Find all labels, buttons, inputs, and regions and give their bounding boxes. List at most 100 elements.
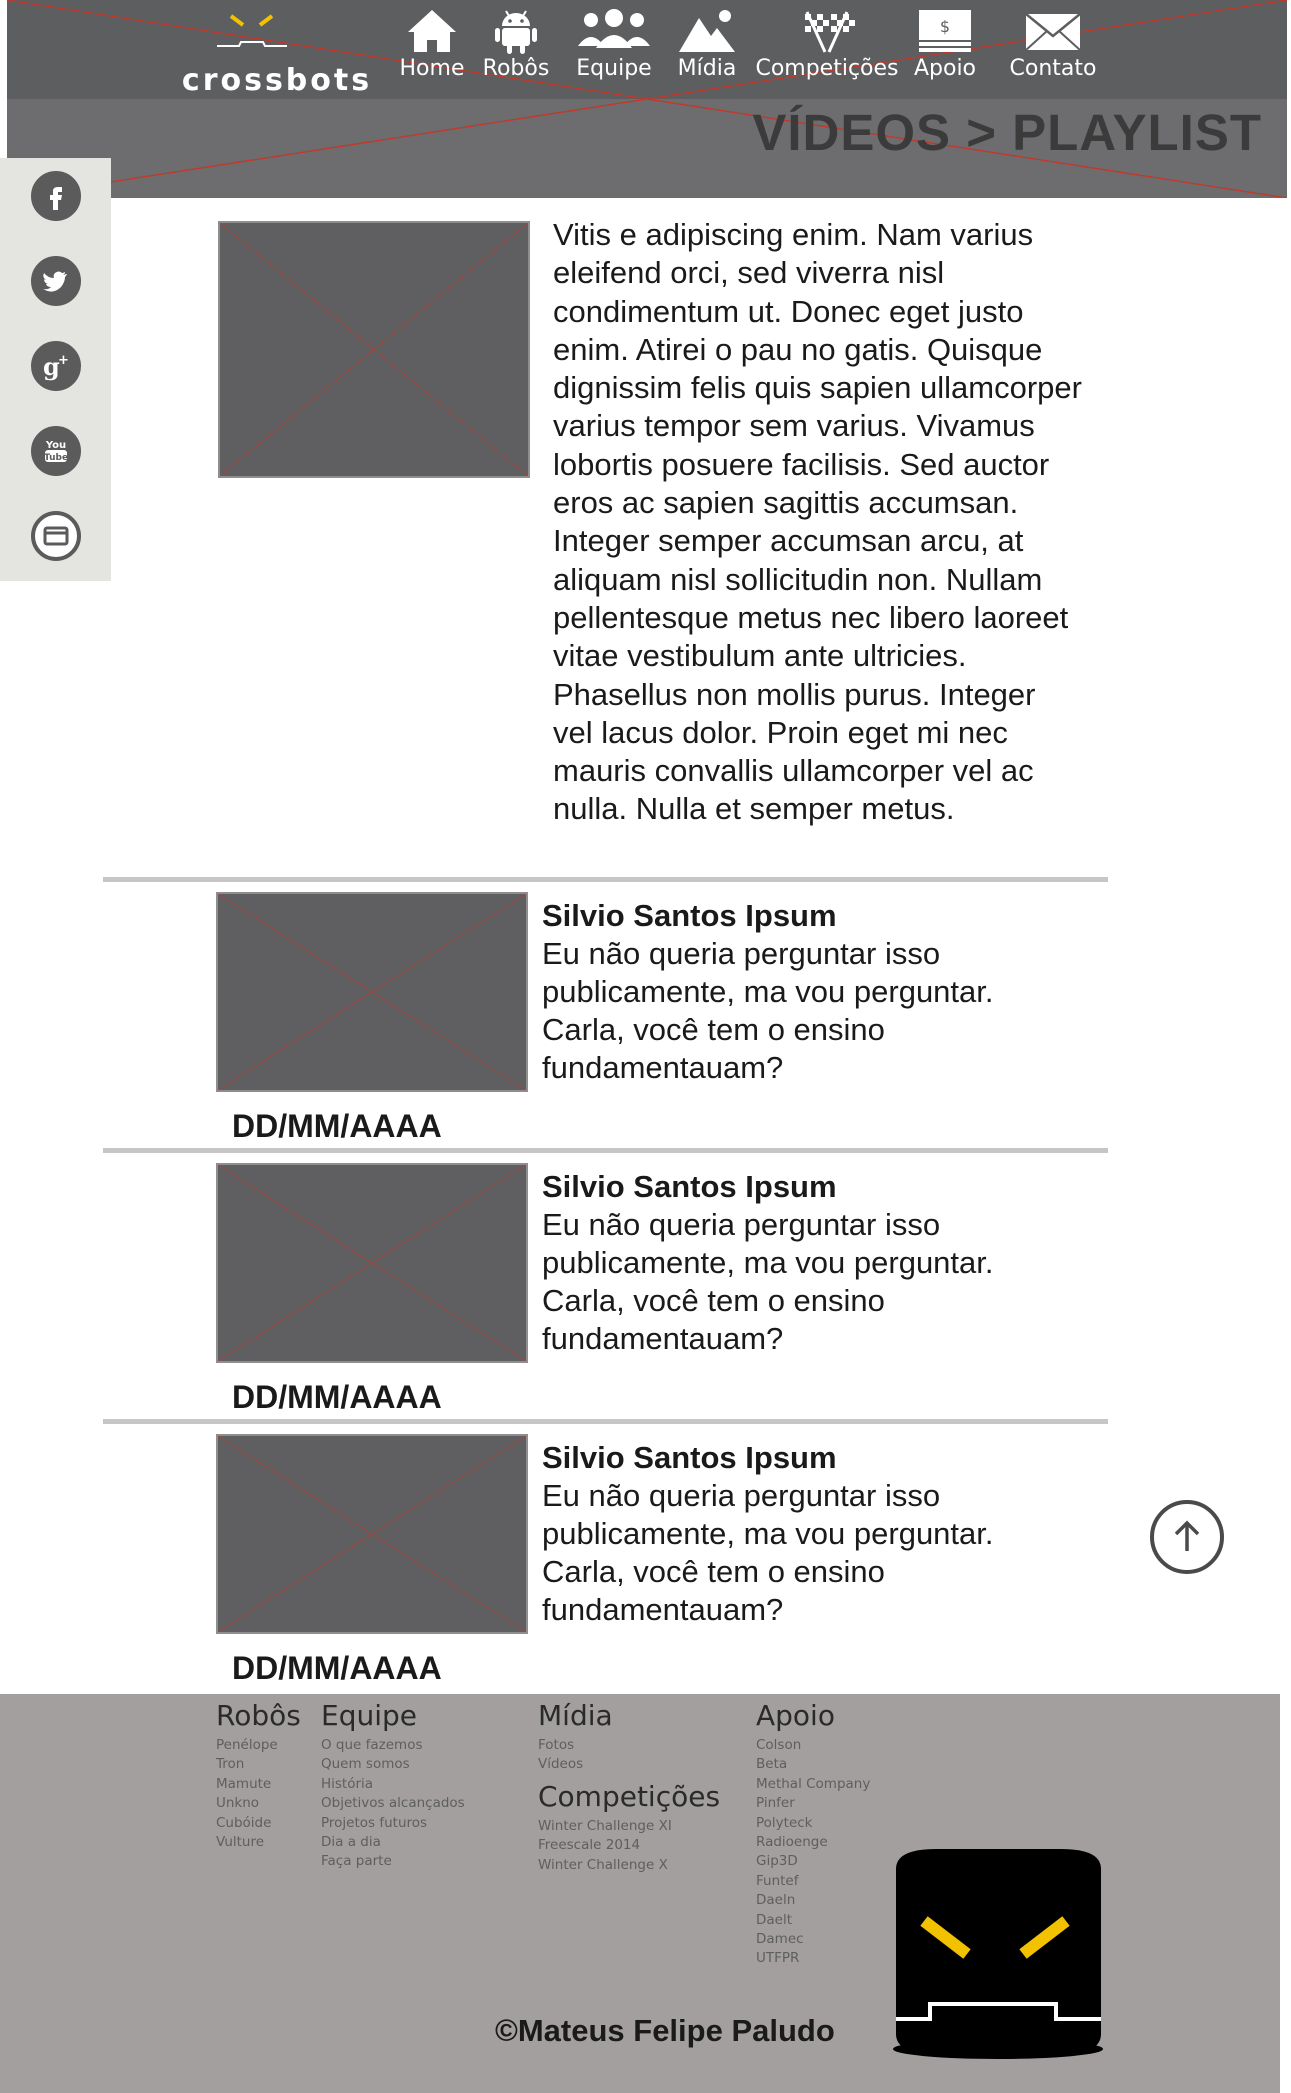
footer-link[interactable]: Cubóide <box>216 1814 301 1833</box>
nav-label-home: Home <box>399 56 465 81</box>
playlist-item-description: Eu não queria perguntar isso publicament… <box>542 1207 994 1356</box>
main-video-description: Vitis e adipiscing enim. Nam varius elei… <box>553 217 1082 827</box>
arrow-up-icon <box>1174 1520 1200 1551</box>
nav-item-robos[interactable]: Robôs <box>475 8 557 81</box>
footer-link[interactable]: Beta <box>756 1755 870 1774</box>
footer-link[interactable]: Winter Challenge XI <box>538 1817 720 1836</box>
main-video-player[interactable] <box>218 221 530 478</box>
nav-item-midia[interactable]: Mídia <box>669 8 745 81</box>
nav-label-equipe: Equipe <box>576 56 652 81</box>
playlist-item-title[interactable]: Silvio Santos Ipsum <box>542 1169 837 1205</box>
svg-text:Tube: Tube <box>44 453 68 463</box>
facebook-icon <box>50 187 62 210</box>
playlist-item-date: DD/MM/AAAA <box>232 1379 442 1415</box>
footer-link[interactable]: Vídeos <box>538 1755 720 1774</box>
checkered-flag-icon <box>805 11 855 53</box>
nav-label-robos: Robôs <box>482 56 550 81</box>
youtube-button[interactable]: You Tube <box>31 426 81 476</box>
money-icon: $ <box>919 10 971 52</box>
divider <box>103 1419 1108 1424</box>
nav-label-competicoes: Competições <box>755 56 899 81</box>
footer-link[interactable]: Unkno <box>216 1794 301 1813</box>
video-placeholder-cross <box>218 1165 526 1361</box>
footer-link[interactable]: Gip3D <box>756 1852 870 1871</box>
nav-item-apoio[interactable]: $ Apoio <box>907 8 983 81</box>
footer-link[interactable]: Dia a dia <box>321 1833 465 1852</box>
footer-link[interactable]: Damec <box>756 1930 870 1949</box>
robot-mascot-icon <box>893 1849 1103 2059</box>
footer-link[interactable]: Polyteck <box>756 1814 870 1833</box>
playlist-item-date: DD/MM/AAAA <box>232 1108 442 1144</box>
footer-link[interactable]: Mamute <box>216 1775 301 1794</box>
footer-heading[interactable]: Equipe <box>321 1696 465 1736</box>
nav-item-home[interactable]: Home <box>387 8 477 81</box>
copyright: ©Mateus Felipe Paludo <box>495 2013 835 2048</box>
footer-heading[interactable]: Robôs <box>216 1696 301 1736</box>
footer-link[interactable]: Pinfer <box>756 1794 870 1813</box>
nav-item-contato[interactable]: Contato <box>1003 8 1103 81</box>
footer-link[interactable]: Objetivos alcançados <box>321 1794 465 1813</box>
email-icon <box>43 526 69 546</box>
footer-link[interactable]: Methal Company <box>756 1775 870 1794</box>
nav-label-apoio: Apoio <box>913 56 977 81</box>
footer-link[interactable]: Quem somos <box>321 1755 465 1774</box>
footer-column-midia: Mídia Fotos Vídeos Competições Winter Ch… <box>538 1696 720 1875</box>
playlist-thumbnail[interactable] <box>216 892 528 1092</box>
footer-link[interactable]: Projetos futuros <box>321 1814 465 1833</box>
playlist-thumbnail[interactable] <box>216 1434 528 1634</box>
footer-heading[interactable]: Mídia <box>538 1696 720 1736</box>
svg-text:$: $ <box>940 17 950 36</box>
footer-link[interactable]: Vulture <box>216 1833 301 1852</box>
footer-link[interactable]: Penélope <box>216 1736 301 1755</box>
footer-link[interactable]: Radioenge <box>756 1833 870 1852</box>
envelope-icon <box>1025 13 1081 51</box>
footer-link[interactable]: História <box>321 1775 465 1794</box>
footer-link[interactable]: Daeln <box>756 1891 870 1910</box>
crossbots-logo[interactable]: crossbots <box>162 10 392 98</box>
footer-column-equipe: Equipe O que fazemos Quem somos História… <box>321 1696 465 1872</box>
playlist-item-date: DD/MM/AAAA <box>232 1650 442 1686</box>
footer-link[interactable]: Funtef <box>756 1872 870 1891</box>
google-plus-button[interactable]: g + <box>31 341 81 391</box>
nav-item-equipe[interactable]: Equipe <box>569 8 659 81</box>
footer-link[interactable]: Tron <box>216 1755 301 1774</box>
footer-column-apoio: Apoio Colson Beta Methal Company Pinfer … <box>756 1696 870 1969</box>
footer-link[interactable]: UTFPR <box>756 1949 870 1968</box>
team-icon <box>578 9 650 48</box>
google-plus-icon: g + <box>43 352 69 381</box>
footer-link[interactable]: Faça parte <box>321 1852 465 1871</box>
twitter-button[interactable] <box>31 256 81 306</box>
svg-text:You: You <box>45 440 66 451</box>
scroll-top-button[interactable] <box>1150 1500 1224 1574</box>
page-title: VÍDEOS > PLAYLIST <box>752 104 1262 161</box>
footer-heading[interactable]: Apoio <box>756 1696 870 1736</box>
nav-label-midia: Mídia <box>677 56 737 81</box>
playlist-item-title[interactable]: Silvio Santos Ipsum <box>542 1440 837 1476</box>
brand-name: crossbots <box>181 63 373 98</box>
site-header: crossbots Home Robôs Equipe Mídia Compet… <box>7 0 1287 198</box>
footer-link[interactable]: Winter Challenge X <box>538 1856 720 1875</box>
email-button[interactable] <box>31 511 81 561</box>
playlist-item-description: Eu não queria perguntar isso publicament… <box>542 1478 994 1627</box>
footer-link[interactable]: Colson <box>756 1736 870 1755</box>
youtube-icon: You Tube <box>44 440 68 463</box>
svg-text:+: + <box>58 353 69 368</box>
footer-link[interactable]: Daelt <box>756 1911 870 1930</box>
robot-face-icon <box>217 14 287 47</box>
site-footer: Robôs Penélope Tron Mamute Unkno Cubóide… <box>0 1694 1280 2093</box>
footer-heading[interactable]: Competições <box>538 1777 720 1817</box>
social-sidebar: g + You Tube <box>0 158 111 581</box>
footer-link[interactable]: Freescale 2014 <box>538 1836 720 1855</box>
playlist-item-title[interactable]: Silvio Santos Ipsum <box>542 898 837 934</box>
video-placeholder-cross <box>218 894 526 1090</box>
facebook-button[interactable] <box>31 171 81 221</box>
twitter-icon <box>43 271 67 292</box>
footer-link[interactable]: O que fazemos <box>321 1736 465 1755</box>
divider <box>103 1148 1108 1153</box>
android-icon <box>495 10 537 54</box>
home-icon <box>408 10 456 52</box>
divider <box>103 877 1108 882</box>
nav-item-competicoes[interactable]: Competições <box>752 8 902 81</box>
playlist-thumbnail[interactable] <box>216 1163 528 1363</box>
footer-link[interactable]: Fotos <box>538 1736 720 1755</box>
